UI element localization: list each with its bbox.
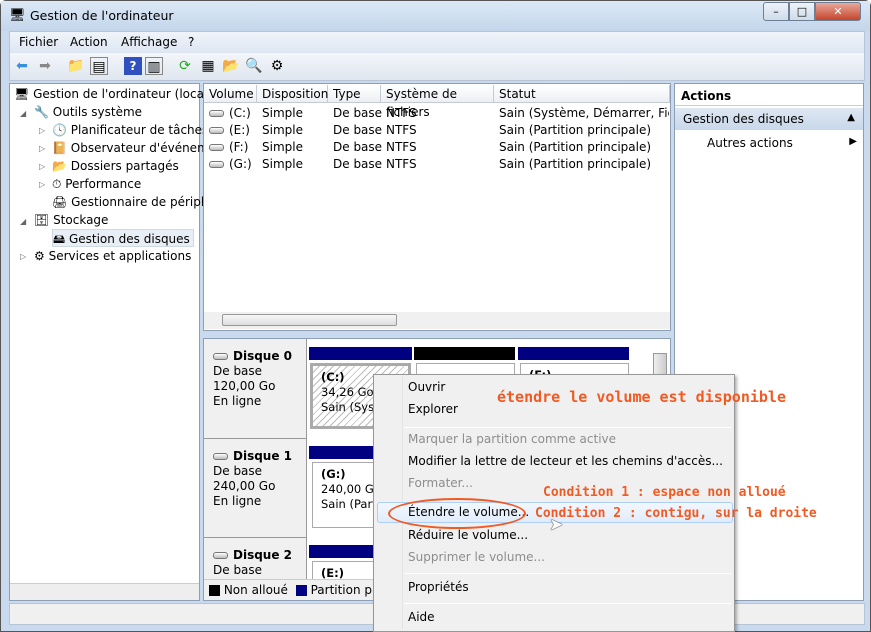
legend-swatch-unallocated	[209, 585, 220, 596]
table-cell[interactable]: NTFS	[386, 105, 496, 122]
tree-item-performance[interactable]: ⏱ Performance	[52, 175, 141, 193]
table-cell[interactable]: Sain (Partition principale)	[499, 156, 669, 173]
up-folder-icon[interactable]: 📁	[67, 57, 85, 75]
tree-item-gestionnaire[interactable]: 🖨 Gestionnaire de périphé	[52, 193, 216, 211]
disk-1-info[interactable]: Disque 1 De base 240,00 Go En ligne	[204, 439, 307, 538]
annotation-condition-1: Condition 1 : espace non alloué	[543, 485, 786, 500]
column-header-filesystem[interactable]: Système de fichiers	[381, 85, 494, 119]
table-cell[interactable]: (G:)	[209, 156, 259, 173]
menu-affichage[interactable]: Affichage	[121, 35, 177, 49]
toolbar: ⬅ ➡ 📁 ▤ ? ▥ ⟳ ▦ 📂 🔍 ⚙	[9, 53, 865, 81]
menu-item-ouvrir[interactable]: Ouvrir	[408, 377, 445, 397]
open-folder-icon[interactable]: 📂	[222, 57, 240, 75]
navigation-tree: 🖥 Gestion de l'ordinateur (local) ◢ 🔧 Ou…	[9, 83, 216, 601]
table-cell[interactable]: De base	[333, 122, 383, 139]
scrollbar-thumb[interactable]	[222, 314, 397, 326]
table-cell[interactable]: De base	[333, 156, 383, 173]
table-cell[interactable]: De base	[333, 139, 383, 156]
legend-swatch-primary	[295, 585, 307, 596]
drive-icon	[209, 144, 224, 151]
drive-icon	[209, 161, 224, 168]
menu-item-explorer[interactable]: Explorer	[408, 399, 458, 419]
table-cell[interactable]: Simple	[262, 139, 330, 156]
tree-item-dossiers[interactable]: 📂 Dossiers partagés	[52, 157, 179, 175]
forward-arrow-icon[interactable]: ➡	[36, 57, 54, 75]
drive-icon	[209, 127, 224, 134]
table-cell[interactable]: NTFS	[386, 156, 496, 173]
table-cell[interactable]: De base	[333, 105, 383, 122]
table-cell[interactable]: (F:)	[209, 139, 259, 156]
tree-item-gestion-disques[interactable]: 🖴 Gestion des disques	[52, 229, 194, 247]
menu-item-supprimer-volume: Supprimer le volume...	[408, 550, 545, 564]
mouse-cursor-icon: ➤	[549, 515, 564, 535]
table-cell[interactable]: (E:)	[209, 122, 259, 139]
refresh-icon[interactable]: ⟳	[176, 57, 194, 75]
tree-item-services[interactable]: ⚙ Services et applications	[34, 247, 191, 265]
tree-item-observateur[interactable]: 📔 Observateur d'événeme	[52, 139, 216, 157]
collapse-icon: ▲	[847, 112, 855, 123]
title-bar: 🖥 Gestion de l'ordinateur – □ ✕	[1, 1, 870, 31]
actions-title: Actions	[675, 84, 863, 106]
column-header-type[interactable]: Type	[328, 85, 381, 103]
annotation-available: étendre le volume est disponible	[497, 388, 786, 406]
column-header-status[interactable]: Statut	[494, 85, 670, 103]
volume-list: Volume Disposition Type Système de fichi…	[203, 83, 671, 331]
settings-icon[interactable]: ⚙	[268, 57, 286, 75]
table-cell[interactable]: Simple	[262, 122, 330, 139]
action-autres-actions[interactable]: Autres actions ▶	[707, 136, 857, 150]
tree-horizontal-scrollbar[interactable]	[10, 583, 199, 600]
show-hide-tree-icon[interactable]: ▤	[90, 57, 108, 75]
close-button[interactable]: ✕	[815, 2, 861, 21]
column-header-volume[interactable]: Volume	[204, 85, 257, 103]
menu-bar: Fichier Action Affichage ?	[9, 31, 865, 53]
window-title: Gestion de l'ordinateur	[30, 8, 174, 23]
submenu-arrow-icon: ▶	[849, 136, 857, 147]
table-cell[interactable]: (C:)	[209, 105, 259, 122]
legend-unallocated: Non alloué	[223, 583, 288, 597]
disk-0-info[interactable]: Disque 0 De base 120,00 Go En ligne	[204, 339, 307, 439]
back-arrow-icon[interactable]: ⬅	[13, 57, 31, 75]
menu-action[interactable]: Action	[70, 35, 108, 49]
highlight-ellipse	[388, 498, 526, 529]
maximize-button[interactable]: □	[789, 2, 815, 21]
table-cell[interactable]: NTFS	[386, 139, 496, 156]
search-icon[interactable]: 🔍	[245, 57, 263, 75]
menu-help[interactable]: ?	[188, 35, 194, 49]
menu-item-formater: Formater...	[408, 476, 473, 490]
drive-icon	[209, 110, 224, 117]
table-cell[interactable]: Simple	[262, 105, 330, 122]
tree-item-outils-systeme[interactable]: 🔧 Outils système	[34, 103, 142, 121]
menu-item-proprietes[interactable]: Propriétés	[408, 577, 469, 597]
actions-section-gestion-disques[interactable]: Gestion des disques ▲	[675, 108, 863, 130]
menu-item-modifier-lettre[interactable]: Modifier la lettre de lecteur et les che…	[408, 451, 723, 471]
table-cell[interactable]: Sain (Partition principale)	[499, 122, 669, 139]
computer-icon: 🖥	[9, 8, 26, 23]
minimize-button[interactable]: –	[763, 2, 789, 21]
annotation-condition-2: Condition 2 : contigu, sur la droite	[535, 506, 817, 521]
table-cell[interactable]: Simple	[262, 156, 330, 173]
column-header-disposition[interactable]: Disposition	[257, 85, 328, 103]
menu-fichier[interactable]: Fichier	[19, 35, 58, 49]
menu-item-marquer-active: Marquer la partition comme active	[408, 432, 617, 446]
menu-item-aide[interactable]: Aide	[408, 607, 435, 627]
table-cell[interactable]: NTFS	[386, 122, 496, 139]
tree-item-planificateur[interactable]: 🕓 Planificateur de tâches	[52, 121, 208, 139]
tree-item-stockage[interactable]: 🗄 Stockage	[34, 211, 108, 229]
show-hide-action-icon[interactable]: ▥	[145, 57, 163, 75]
properties-icon[interactable]: ▦	[199, 57, 217, 75]
table-cell[interactable]: Sain (Partition principale)	[499, 139, 669, 156]
tree-item-computer[interactable]: 🖥 Gestion de l'ordinateur (local)	[14, 85, 212, 103]
table-cell[interactable]: Sain (Système, Démarrer, Fichier	[499, 105, 669, 122]
volume-list-horizontal-scrollbar[interactable]	[204, 312, 670, 329]
help-icon[interactable]: ?	[124, 57, 142, 75]
